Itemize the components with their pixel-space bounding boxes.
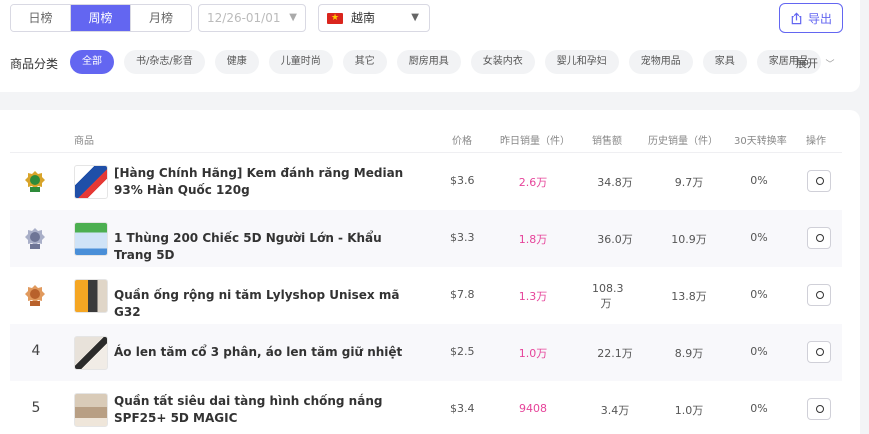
- conversion-cell: 0%: [750, 174, 768, 187]
- revenue-cell: 108.3万: [592, 282, 624, 310]
- product-name[interactable]: Quần ống rộng ni tăm Lylyshop Unisex mã …: [114, 287, 414, 321]
- category-chip[interactable]: 健康: [214, 50, 259, 74]
- product-name[interactable]: 1 Thùng 200 Chiếc 5D Người Lớn - Khẩu Tr…: [114, 230, 414, 264]
- header-history-sales: 历史销量（件）: [648, 136, 718, 147]
- chevron-down-icon: ▼: [289, 12, 297, 23]
- header-product: 商品: [74, 136, 94, 147]
- country-select[interactable]: 越南 ▼: [318, 4, 430, 32]
- product-thumbnail[interactable]: [74, 393, 108, 427]
- category-chip[interactable]: 家具: [702, 50, 747, 74]
- rank-number: 4: [31, 343, 41, 359]
- gold-medal-icon: [25, 171, 45, 192]
- price-cell: $7.8: [450, 288, 475, 301]
- tab-monthly[interactable]: 月榜: [131, 5, 191, 31]
- history-sales-cell: 8.9万: [674, 347, 704, 360]
- category-label: 商品分类: [10, 57, 59, 71]
- chevron-down-icon: ﹀: [825, 60, 835, 70]
- revenue-cell: 22.1万: [597, 347, 633, 360]
- tab-daily[interactable]: 日榜: [11, 5, 71, 31]
- vietnam-flag-icon: [327, 11, 343, 25]
- search-button[interactable]: [807, 227, 831, 249]
- tab-weekly[interactable]: 周榜: [71, 5, 131, 31]
- yesterday-sales-cell: 2.6万: [518, 176, 548, 189]
- product-name[interactable]: Quần tất siêu dai tàng hình chống nắng S…: [114, 393, 414, 427]
- country-label: 越南: [351, 11, 376, 25]
- history-sales-cell: 9.7万: [674, 176, 704, 189]
- price-cell: $2.5: [450, 345, 475, 358]
- date-range-picker[interactable]: 12/26-01/01 ▼: [198, 4, 306, 32]
- expand-label: 展开: [796, 57, 818, 70]
- header-conversion: 30天转换率: [734, 136, 787, 147]
- rank-number: 5: [31, 400, 41, 416]
- product-thumbnail[interactable]: [74, 165, 108, 199]
- category-chip[interactable]: 女装内衣: [470, 50, 535, 74]
- category-chip[interactable]: 其它: [342, 50, 387, 74]
- price-cell: $3.3: [450, 231, 475, 244]
- price-cell: $3.4: [450, 402, 475, 415]
- silver-medal-icon: [25, 228, 45, 249]
- table-row[interactable]: Quần ống rộng ni tăm Lylyshop Unisex mã …: [10, 267, 842, 324]
- search-button[interactable]: [807, 284, 831, 306]
- product-name[interactable]: Áo len tăm cổ 3 phân, áo len tăm giữ nhi…: [114, 344, 414, 361]
- ranking-table: 商品 价格 昨日销量（件） 销售额 历史销量（件） 30天转换率 操作 [Hàn…: [0, 110, 860, 434]
- history-sales-cell: 10.9万: [671, 233, 707, 246]
- table-header: 商品 价格 昨日销量（件） 销售额 历史销量（件） 30天转换率 操作: [0, 110, 860, 154]
- product-thumbnail[interactable]: [74, 336, 108, 370]
- conversion-cell: 0%: [750, 402, 768, 415]
- export-button[interactable]: 导出: [779, 3, 843, 33]
- search-button[interactable]: [807, 170, 831, 192]
- date-range-text: 12/26-01/01: [207, 11, 281, 25]
- yesterday-sales-cell: 1.3万: [518, 290, 548, 303]
- yesterday-sales-cell: 9408: [519, 402, 547, 415]
- table-row[interactable]: 5 Quần tất siêu dai tàng hình chống nắng…: [10, 381, 842, 434]
- category-chips: 全部 书/杂志/影音 健康 儿童时尚 其它 厨房用具 女装内衣 婴儿和孕妇 宠物…: [70, 50, 831, 74]
- category-chip[interactable]: 厨房用具: [396, 50, 461, 74]
- category-chip[interactable]: 儿童时尚: [268, 50, 333, 74]
- bronze-medal-icon: [25, 285, 45, 306]
- table-row[interactable]: 1 Thùng 200 Chiếc 5D Người Lớn - Khẩu Tr…: [10, 210, 842, 267]
- header-action: 操作: [806, 136, 826, 147]
- table-row[interactable]: 4 Áo len tăm cổ 3 phân, áo len tăm giữ n…: [10, 324, 842, 381]
- header-revenue: 销售额: [592, 136, 622, 147]
- export-icon: [791, 12, 802, 24]
- product-name[interactable]: [Hàng Chính Hãng] Kem đánh răng Median 9…: [114, 165, 414, 199]
- conversion-cell: 0%: [750, 231, 768, 244]
- price-cell: $3.6: [450, 174, 475, 187]
- search-button[interactable]: [807, 341, 831, 363]
- expand-categories-button[interactable]: 展开 ﹀: [796, 55, 835, 71]
- chevron-down-icon: ▼: [411, 12, 419, 23]
- yesterday-sales-cell: 1.8万: [518, 233, 548, 246]
- header-yesterday-sales: 昨日销量（件）: [500, 136, 570, 147]
- conversion-cell: 0%: [750, 288, 768, 301]
- header-price: 价格: [452, 136, 472, 147]
- conversion-cell: 0%: [750, 345, 768, 358]
- period-tabs: 日榜 周榜 月榜: [10, 4, 192, 32]
- category-chip[interactable]: 书/杂志/影音: [124, 50, 205, 74]
- history-sales-cell: 1.0万: [674, 404, 704, 417]
- search-button[interactable]: [807, 398, 831, 420]
- export-label: 导出: [807, 11, 832, 26]
- revenue-cell: 3.4万: [600, 404, 630, 417]
- yesterday-sales-cell: 1.0万: [518, 347, 548, 360]
- history-sales-cell: 13.8万: [671, 290, 707, 303]
- table-row[interactable]: [Hàng Chính Hãng] Kem đánh răng Median 9…: [10, 153, 842, 210]
- category-chip[interactable]: 婴儿和孕妇: [544, 50, 619, 74]
- revenue-cell: 34.8万: [597, 176, 633, 189]
- product-thumbnail[interactable]: [74, 279, 108, 313]
- product-thumbnail[interactable]: [74, 222, 108, 256]
- filter-panel: 日榜 周榜 月榜 12/26-01/01 ▼ 越南 ▼ 导出 商品分类 全部 书…: [0, 0, 860, 92]
- revenue-cell: 36.0万: [597, 233, 633, 246]
- category-chip[interactable]: 全部: [70, 50, 114, 74]
- category-chip[interactable]: 宠物用品: [628, 50, 693, 74]
